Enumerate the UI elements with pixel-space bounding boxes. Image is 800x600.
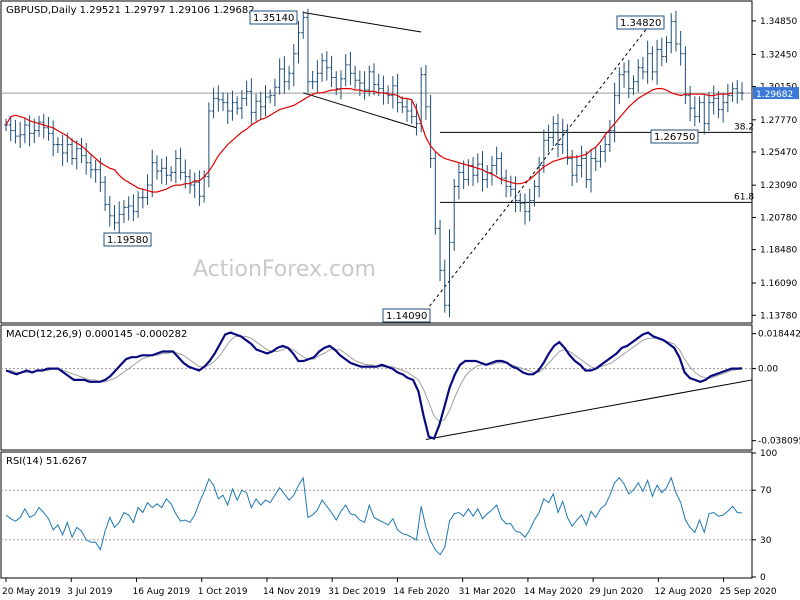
xtick-label: 12 Aug 2020 <box>654 587 712 597</box>
rsi-legend: RSI(14) 51.6267 <box>6 456 87 467</box>
xtick-label: 14 Feb 2020 <box>393 587 449 597</box>
xtick-label: 1 Oct 2019 <box>198 587 248 597</box>
price-panel <box>0 0 753 324</box>
price-ytick-label: 1.18480 <box>760 246 797 256</box>
rsi-ytick-label: 70 <box>760 486 772 496</box>
price-legend: GBPUSD,Daily 1.29521 1.29797 1.29106 1.2… <box>6 5 255 16</box>
rsi-ytick-label: 0 <box>760 573 766 583</box>
price-annotation-label: 1.35140 <box>253 13 294 24</box>
rsi-ytick-label: 100 <box>760 449 777 459</box>
price-annotation-label: 1.26750 <box>654 132 695 143</box>
price-annotation: 1.26750 <box>650 129 699 144</box>
xtick-label: 14 Nov 2019 <box>263 587 321 597</box>
price-annotation-label: 1.19580 <box>107 235 148 246</box>
watermark: ActionForex.com <box>193 257 376 282</box>
xtick-label: 14 May 2020 <box>524 587 583 597</box>
rsi-ytick-label: 30 <box>760 536 772 546</box>
macd-ytick-label: 0.018442 <box>758 330 800 340</box>
xtick-label: 31 Mar 2020 <box>459 587 516 597</box>
current-price-marker: 1.29682 <box>753 87 799 100</box>
xtick-label: 29 Jun 2020 <box>589 587 643 597</box>
current-price-label: 1.29682 <box>756 90 793 100</box>
price-ytick-label: 1.34850 <box>760 17 797 27</box>
chart: ActionForex.com GBPUSD,Daily 1.29521 1.2… <box>0 0 800 600</box>
xtick-label: 31 Dec 2019 <box>328 587 386 597</box>
price-ytick-label: 1.23090 <box>760 181 797 191</box>
macd-ytick-label: -0.038095 <box>758 437 800 447</box>
price-annotation: 1.14090 <box>382 308 431 323</box>
xtick-label: 16 Aug 2019 <box>132 587 190 597</box>
fib-level-label: 61.8 <box>734 192 754 202</box>
fib-level-label: 38.2 <box>734 122 754 132</box>
xtick-label: 20 May 2019 <box>2 587 61 597</box>
macd-panel <box>0 324 753 451</box>
macd-legend: MACD(12,26,9) 0.000145 -0.000282 <box>6 329 187 340</box>
price-annotation: 1.19580 <box>103 232 152 247</box>
price-annotation-label: 1.14090 <box>386 311 427 322</box>
price-ytick-label: 1.32450 <box>760 50 797 60</box>
rsi-panel <box>0 451 753 579</box>
chart-canvas: ActionForex.com GBPUSD,Daily 1.29521 1.2… <box>0 0 800 597</box>
macd-ytick-label: 0.00 <box>758 365 778 375</box>
price-ytick-label: 1.16090 <box>760 279 797 289</box>
xtick-label: 25 Sep 2020 <box>720 587 777 597</box>
price-ytick-label: 1.27770 <box>760 116 797 126</box>
xtick-label: 3 Jul 2019 <box>67 587 112 597</box>
price-ytick-label: 1.20780 <box>760 213 797 223</box>
price-annotation-label: 1.34820 <box>620 18 661 29</box>
price-ytick-label: 1.25470 <box>760 148 797 158</box>
price-ytick-label: 1.13780 <box>760 311 797 321</box>
price-annotation: 1.35140 <box>249 10 298 25</box>
price-annotation: 1.34820 <box>616 15 665 30</box>
